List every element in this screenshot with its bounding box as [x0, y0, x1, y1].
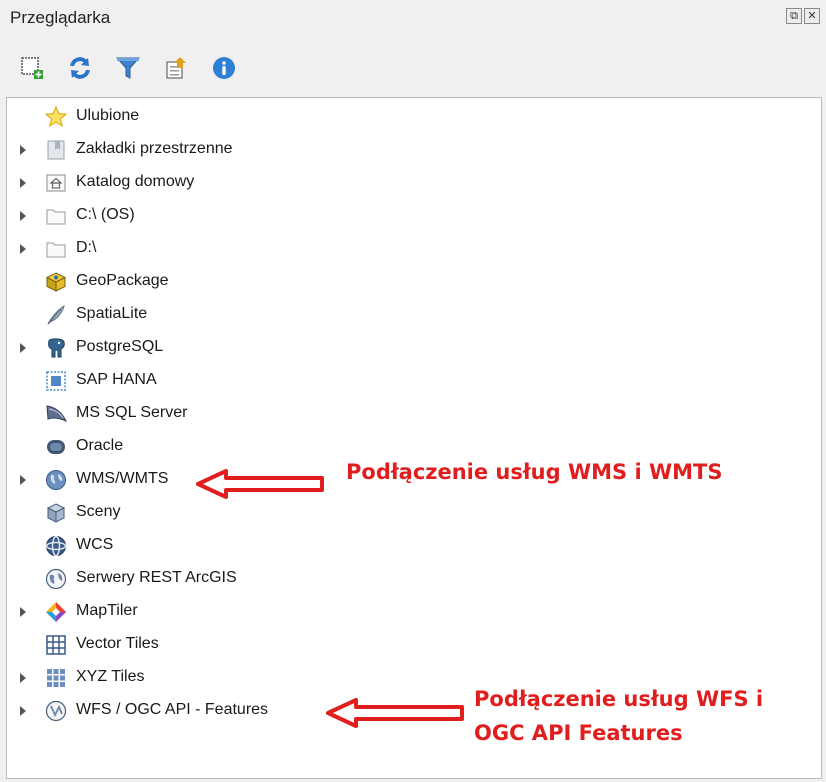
tree-item-label: WCS [76, 536, 114, 553]
tree-item-spatialite[interactable]: SpatiaLite [7, 301, 407, 329]
tree-item-postgresql[interactable]: PostgreSQL [7, 334, 407, 362]
expand-arrow-icon[interactable] [20, 607, 26, 617]
tree-item-drive-d[interactable]: D:\ [7, 235, 407, 263]
tree-item-label: GeoPackage [76, 272, 169, 289]
float-panel-icon[interactable]: ⧉ [786, 8, 802, 24]
add-layer-icon [21, 57, 43, 79]
tree-item-label: MS SQL Server [76, 404, 188, 421]
tree-item-label: XYZ Tiles [76, 668, 145, 685]
tree-item-label: SpatiaLite [76, 305, 148, 322]
expand-arrow-icon[interactable] [20, 706, 26, 716]
maptiler-icon [46, 602, 66, 622]
annotation-arrow-wfs [326, 698, 464, 728]
elephant-icon [48, 338, 65, 358]
close-panel-icon[interactable]: ✕ [804, 8, 820, 24]
filter-icon [115, 57, 141, 79]
folder-icon [46, 242, 66, 258]
filter-button[interactable] [114, 54, 142, 82]
expand-arrow-icon[interactable] [20, 475, 26, 485]
tree-item-scenes[interactable]: Sceny [7, 499, 407, 527]
tree-item-label: Sceny [76, 503, 121, 520]
cube-icon [46, 503, 66, 523]
tree-item-geopackage[interactable]: GeoPackage [7, 268, 407, 296]
annotation-wms: Podłączenie usług WMS i WMTS [346, 460, 723, 484]
tree-item-label: D:\ [76, 239, 97, 256]
expand-arrow-icon[interactable] [20, 244, 26, 254]
tree-item-label: PostgreSQL [76, 338, 164, 355]
sap-hana-icon [46, 371, 66, 391]
mssql-icon [46, 405, 67, 422]
wfs-globe-icon [45, 700, 67, 722]
feather-icon [47, 304, 65, 325]
refresh-icon [70, 57, 90, 79]
tree-item-home-directory[interactable]: Katalog domowy [7, 169, 407, 197]
expand-arrow-icon[interactable] [20, 673, 26, 683]
expand-arrow-icon[interactable] [20, 178, 26, 188]
xyz-tiles-icon [47, 669, 65, 687]
collapse-all-button[interactable] [162, 54, 190, 82]
tree-item-vector-tiles[interactable]: Vector Tiles [7, 631, 407, 659]
tree-item-favorites[interactable]: Ulubione [7, 103, 407, 131]
tree-item-label: Ulubione [76, 107, 140, 124]
tree-item-label: Vector Tiles [76, 635, 159, 652]
tree-item-label: C:\ (OS) [76, 206, 135, 223]
tree-item-label: WFS / OGC API - Features [76, 701, 269, 718]
globe-icon [46, 470, 66, 490]
annotation-arrow-wms [196, 469, 324, 499]
tree-item-label: Serwery REST ArcGIS [76, 569, 237, 586]
tree-item-label: Katalog domowy [76, 173, 195, 190]
tree-item-mssql[interactable]: MS SQL Server [7, 400, 407, 428]
oracle-icon [47, 440, 65, 454]
tree-item-wcs[interactable]: WCS [7, 532, 407, 560]
browser-toolbar [18, 50, 238, 86]
tree-item-label: SAP HANA [76, 371, 157, 388]
tree-item-arcgis-rest[interactable]: Serwery REST ArcGIS [7, 565, 407, 593]
properties-button[interactable] [210, 54, 238, 82]
home-folder-icon [46, 174, 66, 192]
bookmark-icon [47, 140, 65, 160]
geopackage-icon [45, 272, 67, 292]
tree-item-maptiler[interactable]: MapTiler [7, 598, 407, 626]
annotation-wfs-line2: OGC API Features [474, 721, 683, 745]
window-buttons: ⧉ ✕ [786, 8, 820, 24]
browser-panel: Przeglądarka ⧉ ✕ Ulubione Zakładki przes… [0, 0, 826, 782]
collapse-all-icon [166, 57, 186, 79]
tree-item-xyz-tiles[interactable]: XYZ Tiles [7, 664, 407, 692]
arcgis-globe-icon [45, 568, 67, 590]
refresh-button[interactable] [66, 54, 94, 82]
expand-arrow-icon[interactable] [20, 343, 26, 353]
tree-item-sap-hana[interactable]: SAP HANA [7, 367, 407, 395]
panel-titlebar: Przeglądarka ⧉ ✕ [0, 0, 826, 40]
wcs-globe-icon [45, 535, 67, 557]
vector-tiles-icon [46, 635, 66, 655]
tree-item-label: MapTiler [76, 602, 138, 619]
browser-tree[interactable]: Ulubione Zakładki przestrzenne Katalog d… [6, 97, 822, 779]
panel-title: Przeglądarka [10, 8, 111, 27]
expand-arrow-icon[interactable] [20, 211, 26, 221]
info-icon [213, 57, 235, 79]
add-layer-button[interactable] [18, 54, 46, 82]
tree-item-label: Zakładki przestrzenne [76, 140, 233, 157]
tree-item-spatial-bookmarks[interactable]: Zakładki przestrzenne [7, 136, 407, 164]
expand-arrow-icon[interactable] [20, 145, 26, 155]
annotation-wfs-line1: Podłączenie usług WFS i [474, 687, 764, 711]
tree-item-drive-c[interactable]: C:\ (OS) [7, 202, 407, 230]
star-icon [45, 106, 67, 128]
folder-icon [46, 209, 66, 225]
tree-item-label: WMS/WMTS [76, 470, 169, 487]
tree-item-label: Oracle [76, 437, 124, 454]
